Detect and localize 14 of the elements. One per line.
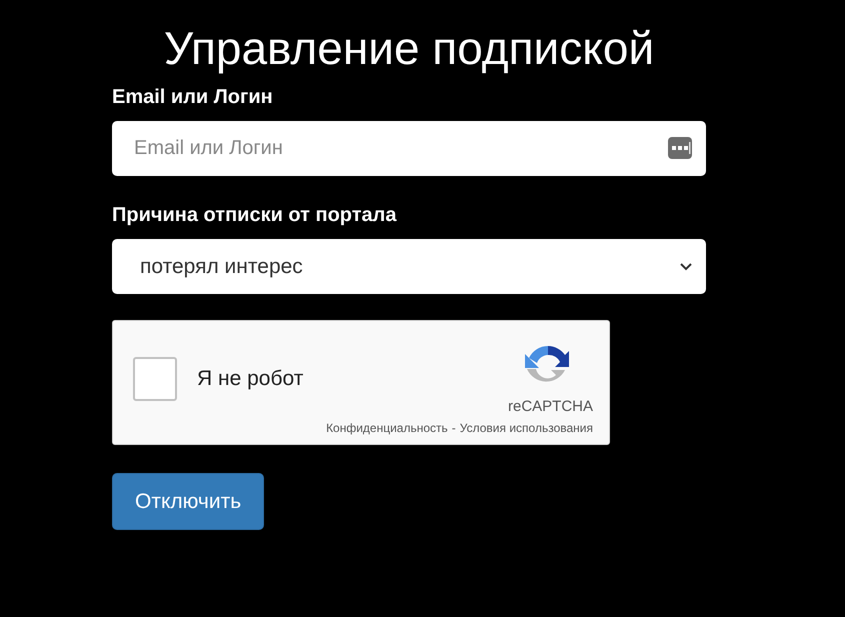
chevron-down-icon <box>680 262 692 270</box>
privacy-link[interactable]: Конфиденциальность <box>326 421 448 435</box>
password-manager-icon[interactable] <box>668 137 692 159</box>
email-field[interactable]: Email или Логин <box>112 121 706 176</box>
reason-dropdown[interactable]: потерял интерес <box>112 239 706 294</box>
link-separator: - <box>452 421 456 435</box>
captcha-checkbox[interactable] <box>133 356 177 400</box>
field-label: Email или Логин <box>112 86 273 109</box>
unsubscribe-button[interactable]: Отключить <box>112 473 264 530</box>
page-title: Управление подпиской <box>164 21 654 76</box>
captcha-brand: reCAPTCHA <box>508 398 593 415</box>
field-label: Причина отписки от портала <box>112 204 396 227</box>
terms-link[interactable]: Условия использования <box>460 421 593 435</box>
captcha-label: Я не робот <box>197 366 304 390</box>
